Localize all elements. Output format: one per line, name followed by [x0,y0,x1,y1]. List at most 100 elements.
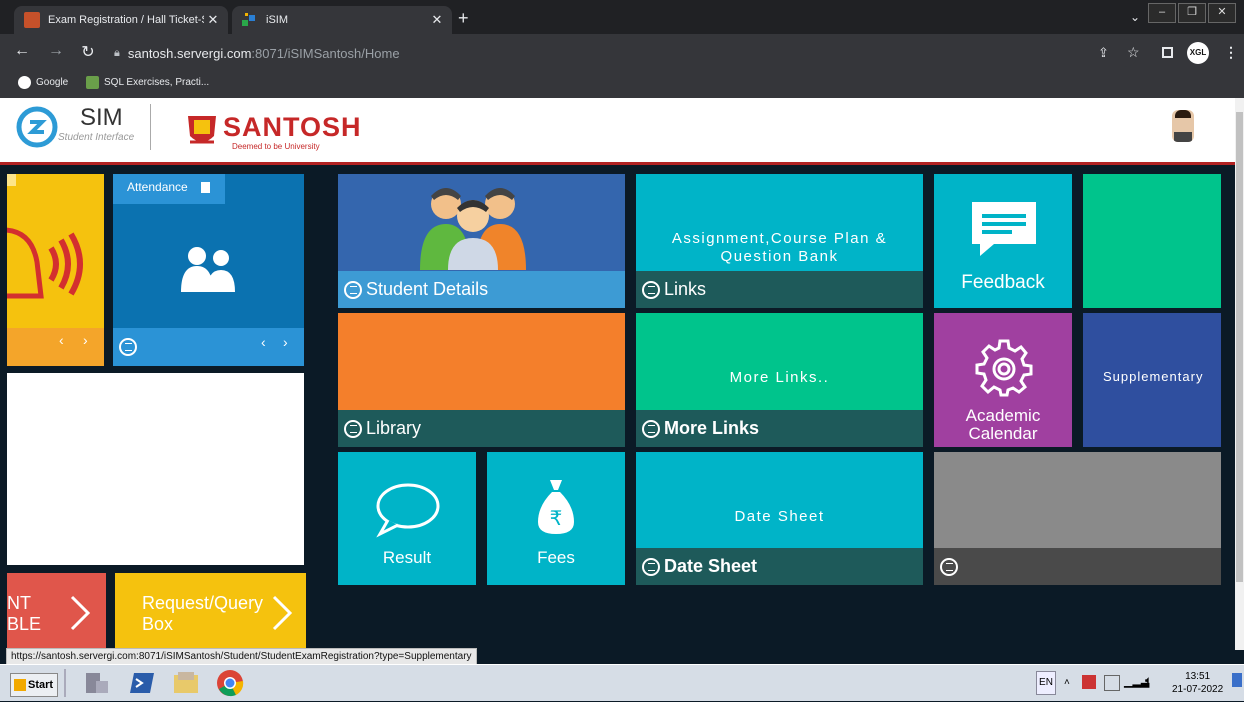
close-window-icon[interactable]: ✕ [1208,3,1236,23]
server-manager-icon[interactable] [82,669,110,697]
new-tab-icon[interactable]: + [458,8,469,29]
windows-logo-icon [14,679,26,691]
show-desktop-icon[interactable] [1232,673,1242,687]
chrome-icon[interactable] [216,669,244,697]
file-explorer-icon[interactable] [172,669,200,697]
next-arrow-icon[interactable]: › [283,334,288,350]
academic-calendar-tile[interactable]: Academic Calendar [934,313,1072,447]
page-scrollbar[interactable] [1235,98,1244,650]
tab-exam-registration[interactable]: Exam Registration / Hall Ticket-Sant ✕ [14,6,228,34]
reload-icon[interactable]: ↻ [78,42,98,62]
flag-icon[interactable] [1082,675,1096,689]
menu-kebab-icon[interactable]: ⋮ [1224,44,1238,61]
next-arrow-icon[interactable]: › [83,332,88,348]
share-icon[interactable]: ⇪ [1098,45,1109,61]
user-avatar[interactable] [1172,110,1194,142]
network-icon[interactable] [1104,675,1120,691]
sim-logo-subtitle: Student Interface [58,132,135,143]
tab-title: iSIM [266,14,288,26]
student-details-label: Student Details [366,279,489,299]
feedback-label: Feedback [961,272,1045,293]
tab-search-icon[interactable]: ⌄ [1130,10,1140,24]
green-tile[interactable] [1083,174,1221,308]
profile-avatar[interactable]: XGL [1187,42,1209,64]
gray-tile-footer [934,548,1221,585]
gear-icon [974,337,1034,397]
date-sheet-label: Date Sheet [664,556,758,576]
bookmarks-bar: Google SQL Exercises, Practi... [0,72,1244,94]
people-icon [177,244,239,294]
university-name: SANTOSH [223,112,362,142]
bookmark-star-icon[interactable]: ☆ [1127,44,1140,61]
request-query-tile[interactable]: Request/Query Box [115,573,306,648]
page-header: SIM Student Interface SANTOSH Deemed to … [0,98,1235,165]
bookmark-sql[interactable]: SQL Exercises, Practi... [86,76,209,89]
windows-taskbar: Start EN ˄ ▁▂▃ 🔈︎ 13:51 21-07-2022 [0,664,1244,701]
powershell-icon[interactable] [128,669,156,697]
minimize-icon[interactable]: – [1148,3,1176,23]
supplementary-tile[interactable]: Supplementary [1083,313,1221,447]
tab-isim[interactable]: iSIM ✕ [232,6,452,34]
attendance-label: Attendance [127,180,188,194]
bell-icon [7,210,91,300]
back-icon[interactable]: ← [12,42,32,60]
student-details-tile[interactable]: Student Details [338,174,625,308]
notifications-tile[interactable]: ‹ › [7,174,104,366]
logo-divider [150,104,151,150]
start-label: Start [28,679,54,691]
chat-icon [970,200,1038,258]
gray-tile[interactable] [934,452,1221,585]
url-host: santosh.servergi.com [127,45,252,61]
list-icon [642,419,660,438]
blank-panel [7,373,304,565]
status-url-bubble: https://santosh.servergi.com:8071/iSIMSa… [6,648,477,665]
university-subtitle: Deemed to be University [232,142,320,151]
restore-icon[interactable]: ❐ [1178,3,1206,23]
attendance-tile[interactable]: Attendance ‹ › [113,174,304,366]
fees-label: Fees [537,548,575,567]
santosh-emblem-icon [186,112,218,152]
exam-timetable-label-2: BLE [7,614,42,634]
list-icon [642,557,660,576]
language-indicator[interactable]: EN [1036,671,1056,695]
close-tab-icon[interactable]: ✕ [428,12,446,28]
side-panel-icon[interactable] [1162,47,1173,58]
date-sheet-footer: Date Sheet [636,548,923,585]
start-button[interactable]: Start [10,673,58,697]
library-tile[interactable]: Library [338,313,625,447]
address-bar-row: ← → ↻ 🔒︎ santosh.servergi.com:8071/iSIMS… [0,34,1244,72]
svg-text:₹: ₹ [550,506,563,530]
bookmark-google[interactable]: Google [18,76,68,89]
clock-time: 13:51 [1185,671,1211,682]
site-favicon-icon [24,12,40,28]
library-label: Library [366,418,422,438]
tray-expand-icon[interactable]: ˄ [1064,677,1070,688]
fees-tile[interactable]: ₹ Fees [487,452,625,585]
prev-arrow-icon[interactable]: ‹ [261,334,266,350]
forward-icon[interactable]: → [46,42,66,60]
money-bag-icon: ₹ [536,478,576,536]
close-tab-icon[interactable]: ✕ [204,12,222,28]
students-group-icon [418,182,528,270]
more-links-tile[interactable]: More Links.. More Links [636,313,923,447]
exam-timetable-label-1: NT [7,593,31,613]
exam-timetable-tile[interactable]: NT BLE [7,573,106,648]
prev-arrow-icon[interactable]: ‹ [59,332,64,348]
scrollbar-thumb[interactable] [1236,112,1243,582]
google-icon [18,76,31,89]
volume-icon[interactable]: 🔈︎ [1145,673,1152,688]
links-tile[interactable]: Assignment,Course Plan & Question Bank L… [636,174,923,308]
date-sheet-tile[interactable]: Date Sheet Date Sheet [636,452,923,585]
more-links-footer: More Links [636,410,923,447]
result-tile[interactable]: Result [338,452,476,585]
list-icon [940,557,958,576]
taskbar-divider [64,669,66,697]
attendance-footer: ‹ › [113,328,304,366]
list-icon [344,419,362,438]
student-details-footer: Student Details [338,271,625,308]
feedback-tile[interactable]: Feedback [934,174,1072,308]
supplementary-label: Supplementary [1103,369,1204,384]
url-input[interactable]: 🔒︎ santosh.servergi.com:8071/iSIMSantosh… [108,39,1138,67]
clock[interactable]: 13:51 21-07-2022 [1172,670,1223,696]
isim-favicon-icon [242,12,258,28]
